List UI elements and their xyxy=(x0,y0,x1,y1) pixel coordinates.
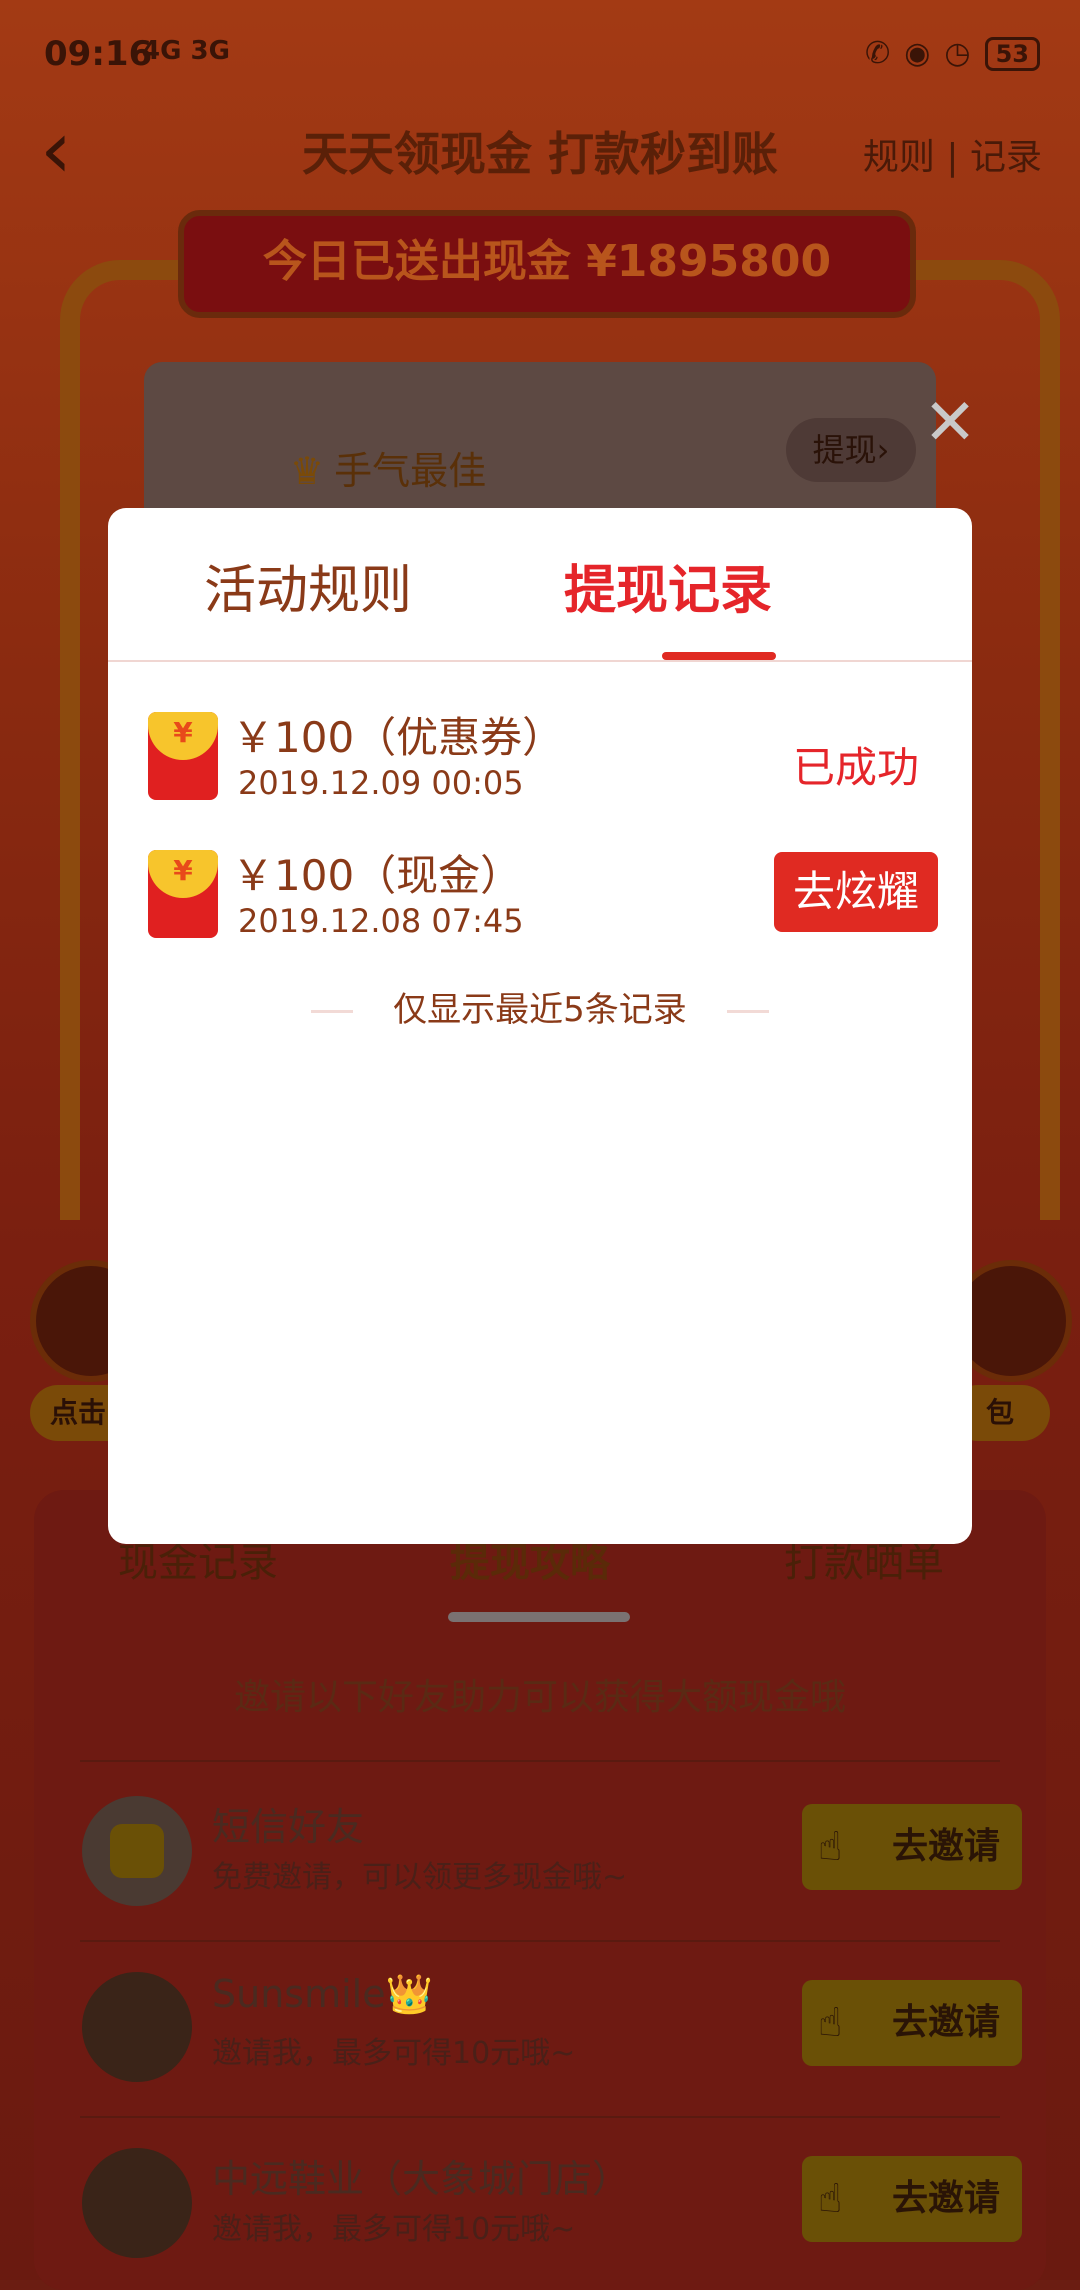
recent-records-note: 仅显示最近5条记录 xyxy=(108,982,972,1031)
record-time: 2019.12.09 00:05 xyxy=(238,764,524,802)
red-envelope-icon: ¥ xyxy=(148,850,218,938)
yen-symbol: ¥ xyxy=(173,854,193,887)
note-right-line xyxy=(726,1010,769,1013)
withdraw-record: ¥ ￥100（优惠券） 2019.12.09 00:05 已成功 xyxy=(148,704,938,814)
recent-note-text: 仅显示最近5条记录 xyxy=(393,990,687,1030)
red-envelope-icon: ¥ xyxy=(148,712,218,800)
record-status: 已成功 xyxy=(792,743,919,792)
tab-activity-rules[interactable]: 活动规则 xyxy=(148,548,468,623)
note-left-line xyxy=(311,1010,354,1013)
show-off-button[interactable]: 去炫耀 xyxy=(774,852,938,932)
close-icon[interactable]: ✕ xyxy=(920,391,980,455)
withdraw-record: ¥ ￥100（现金） 2019.12.08 07:45 去炫耀 xyxy=(148,842,938,952)
record-amount: ￥100（现金） xyxy=(232,851,523,900)
withdraw-records-modal: 活动规则 提现记录 ¥ ￥100（优惠券） 2019.12.09 00:05 已… xyxy=(108,508,972,1544)
yen-symbol: ¥ xyxy=(173,716,193,749)
record-time: 2019.12.08 07:45 xyxy=(238,902,524,940)
modal-divider xyxy=(108,660,972,662)
tab-withdraw-records[interactable]: 提现记录 xyxy=(508,548,828,623)
active-tab-indicator xyxy=(662,652,776,660)
record-amount: ￥100（优惠券） xyxy=(232,713,565,762)
